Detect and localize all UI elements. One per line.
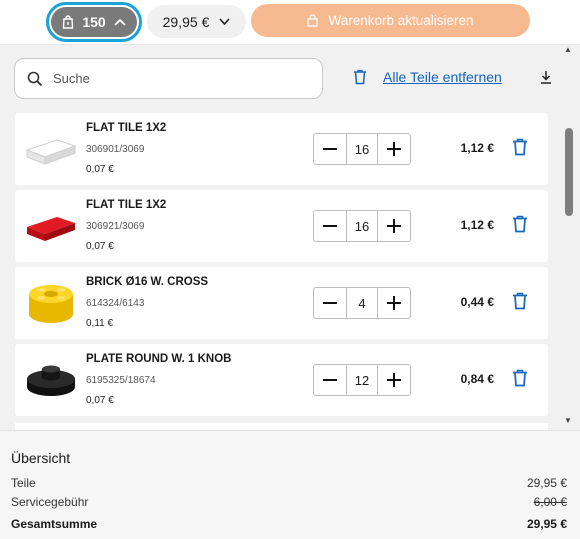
quantity-stepper: 12 (313, 364, 411, 396)
parts-count-button[interactable]: 150 (46, 2, 142, 42)
quantity-stepper: 16 (313, 210, 411, 242)
increment-button[interactable] (378, 365, 410, 395)
quantity-value[interactable]: 16 (346, 134, 378, 164)
fee-value: 6,00 € (533, 495, 567, 509)
scrollbar-thumb[interactable] (565, 128, 573, 216)
line-total: 1,12 € (460, 218, 494, 232)
minus-icon (323, 225, 337, 227)
total-label: Gesamtsumme (11, 517, 98, 531)
part-unit-price: 0,07 € (86, 164, 114, 175)
remove-all-link[interactable]: Alle Teile entfernen (383, 69, 502, 85)
part-name: PLATE ROUND W. 1 KNOB (86, 353, 232, 365)
top-bar: 150 29,95 € Warenkorb aktualisieren (0, 0, 580, 44)
trash-icon[interactable] (512, 138, 528, 156)
bag-icon (63, 15, 74, 29)
lock-icon (307, 14, 319, 27)
summary-row-parts: Teile 29,95 € (11, 476, 567, 490)
summary-row-fee: Servicegebühr 6,00 € (11, 495, 567, 509)
decrement-button[interactable] (314, 365, 346, 395)
part-unit-price: 0,07 € (86, 241, 114, 252)
summary-title: Übersicht (11, 450, 71, 466)
part-image (29, 285, 73, 323)
decrement-button[interactable] (314, 211, 346, 241)
parts-value: 29,95 € (526, 476, 567, 490)
cart-item: FLAT TILE 1X2 306901/3069 0,07 € 16 1,12… (15, 113, 548, 185)
chevron-down-icon (219, 18, 230, 25)
update-cart-label: Warenkorb aktualisieren (328, 13, 474, 28)
plus-icon (387, 142, 401, 156)
minus-icon (323, 379, 337, 381)
update-cart-button[interactable]: Warenkorb aktualisieren (251, 4, 530, 37)
parts-label: Teile (11, 476, 36, 490)
scroll-down-arrow-icon[interactable]: ▼ (564, 416, 572, 425)
parts-list-panel: Alle Teile entfernen FLAT TILE 1X2 30690… (0, 45, 580, 430)
part-image (27, 217, 75, 241)
plus-icon (387, 296, 401, 310)
search-icon (27, 71, 43, 86)
line-total: 0,84 € (460, 372, 494, 386)
part-image (25, 139, 77, 165)
increment-button[interactable] (378, 134, 410, 164)
plus-icon (387, 373, 401, 387)
part-unit-price: 0,07 € (86, 395, 114, 406)
line-total: 1,12 € (460, 141, 494, 155)
scroll-up-arrow-icon[interactable]: ▲ (564, 45, 572, 54)
total-value: 29,95 € (526, 517, 567, 531)
trash-icon[interactable] (512, 215, 528, 233)
quantity-stepper: 4 (313, 287, 411, 319)
part-sku: 306901/3069 (86, 144, 145, 155)
cart-price-button[interactable]: 29,95 € (147, 5, 246, 38)
part-image (27, 365, 75, 396)
summary-row-total: Gesamtsumme 29,95 € (11, 517, 567, 531)
quantity-value[interactable]: 4 (346, 288, 378, 318)
chevron-up-icon (114, 18, 126, 26)
cart-price-value: 29,95 € (162, 13, 210, 30)
minus-icon (323, 302, 337, 304)
search-box (14, 58, 323, 99)
part-name: FLAT TILE 1X2 (86, 122, 167, 134)
quantity-stepper: 16 (313, 133, 411, 165)
minus-icon (323, 148, 337, 150)
line-total: 0,44 € (460, 295, 494, 309)
part-name: BRICK Ø16 W. CROSS (86, 276, 209, 288)
cart-item: FLAT TILE 1X2 306921/3069 0,07 € 16 1,12… (15, 190, 548, 262)
part-unit-price: 0,11 € (86, 318, 114, 329)
cart-item: BRICK Ø16 W. CROSS 614324/6143 0,11 € 4 … (15, 267, 548, 339)
fee-label: Servicegebühr (11, 495, 89, 509)
download-icon[interactable] (540, 70, 552, 84)
increment-button[interactable] (378, 288, 410, 318)
parts-count-inner: 150 (51, 7, 137, 37)
plus-icon (387, 219, 401, 233)
cart-item: PLATE ROUND W. 1 KNOB 6195325/18674 0,07… (15, 344, 548, 416)
quantity-value[interactable]: 12 (346, 365, 378, 395)
increment-button[interactable] (378, 211, 410, 241)
part-sku: 6195325/18674 (86, 375, 156, 386)
part-sku: 306921/3069 (86, 221, 145, 232)
decrement-button[interactable] (314, 288, 346, 318)
cart-item-partial (15, 423, 548, 430)
trash-icon[interactable] (512, 369, 528, 387)
parts-count-value: 150 (82, 14, 106, 30)
search-input[interactable] (53, 71, 293, 86)
trash-icon[interactable] (512, 292, 528, 310)
trash-icon[interactable] (353, 69, 367, 85)
decrement-button[interactable] (314, 134, 346, 164)
part-sku: 614324/6143 (86, 298, 145, 309)
order-summary: Übersicht Teile 29,95 € Servicegebühr 6,… (0, 430, 580, 539)
part-name: FLAT TILE 1X2 (86, 199, 167, 211)
quantity-value[interactable]: 16 (346, 211, 378, 241)
